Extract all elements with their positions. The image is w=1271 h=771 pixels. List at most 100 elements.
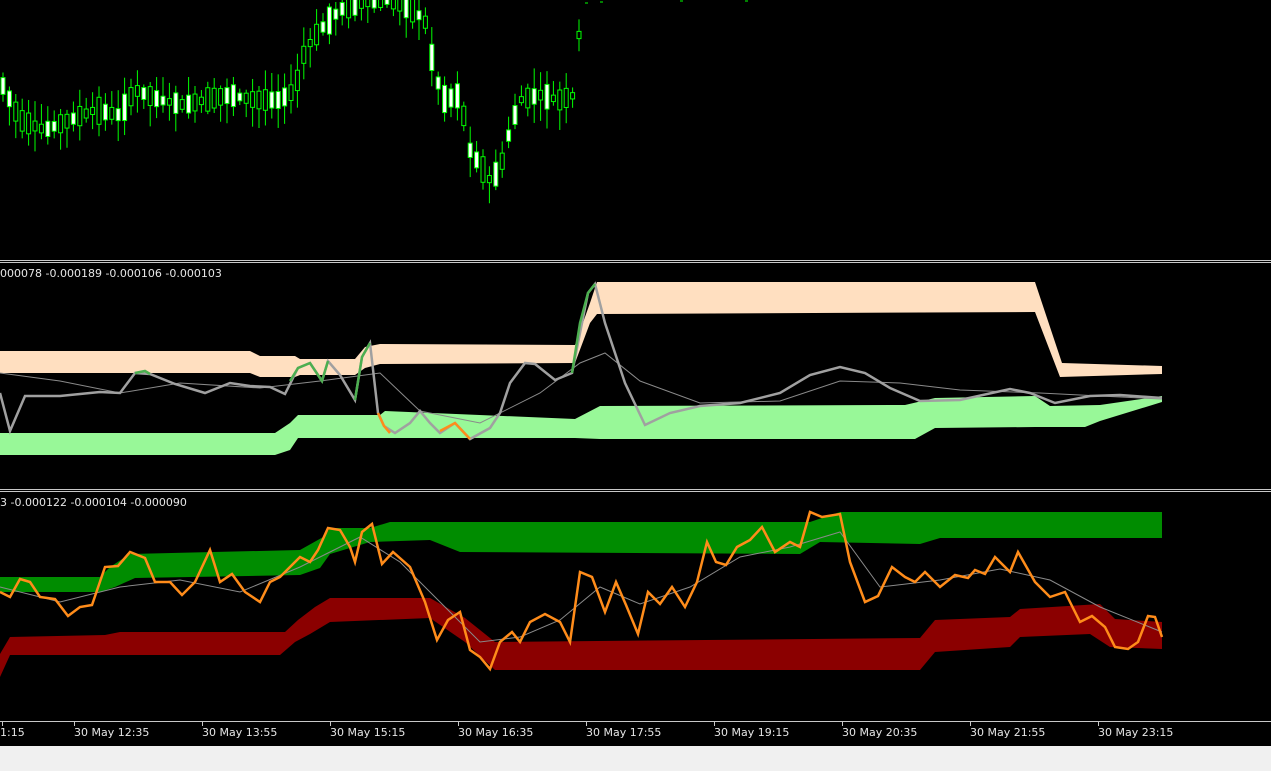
candle [262, 70, 268, 126]
candle-body [480, 156, 486, 183]
candle [205, 81, 211, 115]
upper-band [0, 512, 1162, 592]
candle [186, 77, 192, 119]
pane-separator-1[interactable] [0, 260, 1271, 261]
candle-body [448, 88, 454, 108]
candle [198, 90, 204, 113]
candle-body [102, 103, 108, 121]
candle-body [262, 89, 268, 111]
candle [531, 68, 537, 123]
candle [358, 0, 364, 21]
main-price-chart[interactable] [0, 0, 1271, 259]
indicator-1-values: 000078 -0.000189 -0.000106 -0.000103 [0, 267, 222, 280]
candle-body [435, 76, 441, 90]
candle [115, 90, 121, 142]
candle [128, 78, 134, 116]
candle-body [275, 91, 281, 109]
indicator-pane-1[interactable]: 000078 -0.000189 -0.000106 -0.000103 [0, 263, 1271, 488]
candle-body [6, 90, 12, 108]
candle-body [461, 105, 467, 127]
candle-body [314, 23, 320, 46]
indicator-2-plot [0, 510, 1164, 677]
candle [448, 83, 454, 118]
candle [218, 85, 224, 122]
candle-body [486, 175, 492, 184]
candle [461, 101, 467, 132]
candle-body [26, 112, 32, 135]
candle [525, 83, 531, 117]
candle [365, 0, 371, 23]
candle-body [442, 84, 448, 114]
candle-body [371, 0, 377, 9]
candle [192, 86, 198, 123]
candle [326, 3, 332, 45]
candle-body [115, 108, 121, 122]
candle-body [301, 45, 307, 64]
candle-body [550, 94, 556, 103]
candle [122, 77, 128, 136]
candle-body [96, 96, 102, 125]
candle-body [19, 110, 25, 132]
candle [77, 89, 83, 141]
time-label-1: 30 May 12:35 [74, 726, 150, 739]
candle-body [288, 84, 294, 102]
candle-body [346, 0, 352, 19]
candle-body [518, 96, 524, 104]
pane-separator-2[interactable] [0, 489, 1271, 490]
candle [288, 64, 294, 114]
candle [166, 82, 172, 121]
candle-body [506, 129, 512, 142]
candle [32, 101, 38, 152]
candlestick-chart [0, 0, 748, 204]
candle-body [186, 94, 192, 114]
candle-body [250, 91, 256, 108]
time-label-0: 1:15 [0, 726, 25, 739]
candle [269, 73, 275, 119]
indicator-1-plot [0, 281, 1163, 455]
time-axis[interactable]: 1:15 30 May 12:35 30 May 13:55 30 May 15… [0, 722, 1271, 746]
candle-body [134, 85, 140, 97]
candle [19, 98, 25, 139]
candle [422, 7, 428, 35]
candle [384, 0, 390, 8]
candle-body [422, 15, 428, 29]
candle [410, 0, 416, 29]
candle [0, 72, 6, 102]
candle-body [378, 0, 384, 8]
lower-band [0, 598, 1162, 677]
candle [179, 95, 185, 113]
candle-body [557, 89, 563, 111]
candle-body [224, 87, 230, 105]
candle-body [339, 2, 345, 16]
candle-body [454, 83, 460, 109]
candle-body [570, 92, 576, 100]
candle [576, 19, 582, 52]
status-bar [0, 746, 1271, 771]
candle [102, 93, 108, 131]
candle-body [243, 92, 249, 104]
candle-body [410, 0, 416, 23]
candle-body [90, 106, 96, 115]
candle [550, 81, 556, 106]
candle [51, 110, 57, 139]
candle [237, 88, 243, 106]
indicator-pane-2[interactable]: 3 -0.000122 -0.000104 -0.000090 [0, 492, 1271, 721]
candle-body [77, 105, 83, 127]
candle [442, 76, 448, 122]
candle-body [160, 95, 166, 106]
candle-body [83, 108, 89, 119]
candle-body [307, 38, 313, 48]
candle [538, 72, 544, 121]
candle-body [429, 43, 435, 72]
candle-body [531, 88, 537, 105]
time-label-3: 30 May 15:15 [330, 726, 406, 739]
candle-body [70, 112, 76, 125]
candle [314, 9, 320, 51]
candle-body [230, 84, 236, 108]
candle [38, 104, 44, 140]
candle-body [109, 106, 115, 120]
candle-body [352, 0, 358, 16]
candle [243, 89, 249, 118]
candle-body [218, 88, 224, 106]
candle-body [416, 10, 422, 21]
